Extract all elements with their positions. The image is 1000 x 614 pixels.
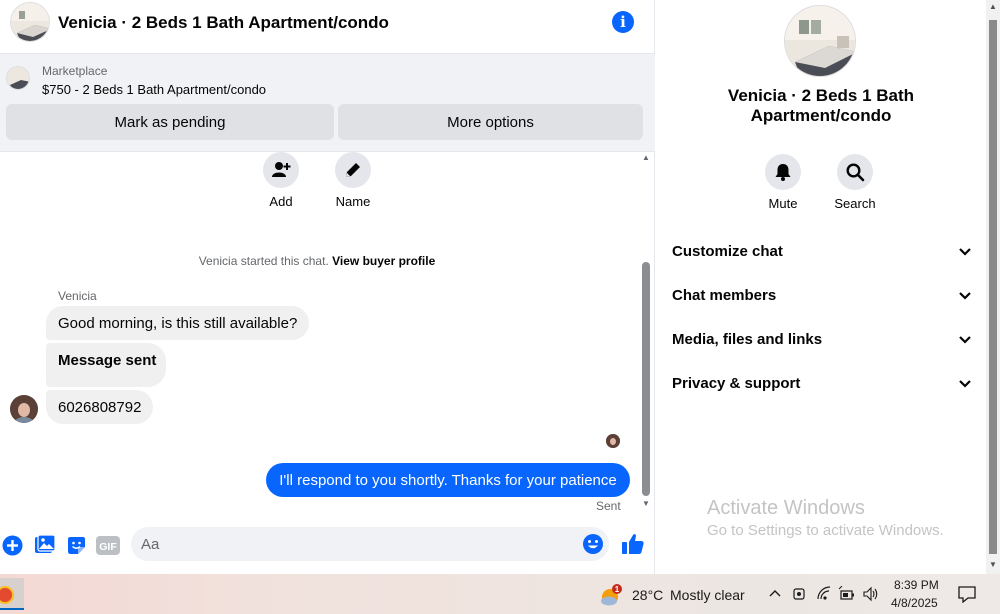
- thumbs-up-icon[interactable]: [621, 532, 645, 556]
- message-status: Sent: [596, 499, 621, 513]
- chevron-down-icon: [959, 336, 971, 344]
- started-text: Venicia started this chat.: [198, 254, 329, 268]
- sender-name: Venicia: [58, 289, 97, 303]
- emoji-icon[interactable]: [582, 533, 604, 555]
- listing-thumbnail[interactable]: [6, 66, 30, 90]
- customize-chat-section[interactable]: Customize chat: [672, 240, 972, 262]
- add-label: Add: [269, 194, 293, 209]
- chat-members-section[interactable]: Chat members: [672, 284, 972, 306]
- mute-action[interactable]: Mute: [753, 154, 813, 211]
- chevron-down-icon: [959, 248, 971, 256]
- listing-summary[interactable]: $750 - 2 Beds 1 Bath Apartment/condo: [42, 82, 266, 97]
- clock-date[interactable]: 4/8/2025: [891, 596, 938, 610]
- outgoing-message[interactable]: I'll respond to you shortly. Thanks for …: [266, 463, 630, 497]
- add-person-icon[interactable]: [263, 152, 299, 188]
- privacy-support-section[interactable]: Privacy & support: [672, 372, 972, 394]
- meet-now-icon[interactable]: [790, 585, 808, 603]
- name-label: Name: [335, 194, 371, 209]
- app-icon: [0, 586, 14, 604]
- listing-avatar[interactable]: [10, 2, 50, 42]
- search-action[interactable]: Search: [825, 154, 885, 211]
- activate-windows-subtitle: Go to Settings to activate Windows.: [707, 522, 944, 539]
- plus-circle-icon[interactable]: [1, 534, 23, 556]
- chat-header: Venicia · 2 Beds 1 Bath Apartment/condo …: [0, 0, 655, 46]
- volume-icon[interactable]: [862, 585, 880, 603]
- mark-as-pending-button[interactable]: Mark as pending: [6, 104, 334, 140]
- gif-icon[interactable]: GIF: [96, 534, 120, 556]
- taskbar-app-button[interactable]: [0, 578, 24, 610]
- conversation-title: Venicia · 2 Beds 1 Bath Apartment/condo: [58, 13, 389, 32]
- pencil-icon[interactable]: [335, 152, 371, 188]
- clock-time[interactable]: 8:39 PM: [894, 578, 939, 592]
- weather-icon[interactable]: 1: [600, 584, 622, 606]
- name-chat-action[interactable]: Name: [323, 152, 383, 209]
- section-label: Chat members: [672, 286, 777, 304]
- chevron-down-icon: [959, 292, 971, 300]
- activate-windows-title: Activate Windows: [707, 497, 865, 519]
- marketplace-bar: Marketplace $750 - 2 Beds 1 Bath Apartme…: [0, 53, 655, 152]
- sticker-icon[interactable]: [65, 534, 87, 556]
- window-scroll-up-icon[interactable]: ▲: [986, 2, 1000, 11]
- window-scroll-thumb[interactable]: [989, 20, 997, 554]
- weather-condition[interactable]: Mostly clear: [670, 587, 745, 603]
- wifi-icon[interactable]: [815, 585, 833, 603]
- view-buyer-profile-link[interactable]: View buyer profile: [332, 254, 435, 268]
- section-label: Media, files and links: [672, 330, 823, 348]
- weather-badge: 1: [615, 585, 620, 594]
- window-scroll-down-icon[interactable]: ▼: [986, 560, 1000, 569]
- listing-photo[interactable]: [784, 5, 856, 77]
- sender-avatar[interactable]: [10, 395, 38, 423]
- marketplace-label: Marketplace: [42, 64, 108, 78]
- weather-temperature[interactable]: 28°C: [632, 587, 663, 603]
- incoming-message[interactable]: Good morning, is this still available?: [46, 306, 310, 340]
- incoming-message[interactable]: 6026808792: [46, 390, 154, 424]
- battery-icon[interactable]: [838, 585, 856, 603]
- scroll-down-arrow-icon[interactable]: ▼: [640, 499, 652, 509]
- add-people-action[interactable]: Add: [251, 152, 311, 209]
- scroll-up-arrow-icon[interactable]: ▲: [640, 153, 652, 163]
- conversation-info-pane: Venicia · 2 Beds 1 Bath Apartment/condo …: [656, 0, 986, 574]
- gif-label: GIF: [99, 541, 117, 553]
- photo-icon[interactable]: [33, 534, 55, 556]
- chat-pane: Venicia · 2 Beds 1 Bath Apartment/condo …: [0, 0, 655, 574]
- media-files-links-section[interactable]: Media, files and links: [672, 328, 972, 350]
- message-list: Add Name Venicia started this chat. View…: [0, 152, 640, 520]
- chevron-down-icon: [959, 380, 971, 388]
- message-input-box[interactable]: [131, 527, 609, 561]
- mute-label: Mute: [768, 196, 798, 211]
- search-icon[interactable]: [837, 154, 873, 190]
- section-label: Customize chat: [672, 242, 783, 260]
- info-title: Venicia · 2 Beds 1 Bath Apartment/condo: [727, 86, 915, 125]
- message-composer: GIF: [0, 522, 655, 568]
- chat-started-notice: Venicia started this chat. View buyer pr…: [0, 254, 634, 268]
- seen-by-avatar: [606, 434, 620, 448]
- message-input[interactable]: [141, 527, 571, 561]
- section-label: Privacy & support: [672, 374, 801, 392]
- incoming-message[interactable]: Message sent: [46, 343, 166, 387]
- search-label: Search: [834, 196, 876, 211]
- chevron-up-icon[interactable]: [766, 585, 784, 603]
- bell-icon[interactable]: [765, 154, 801, 190]
- more-options-button[interactable]: More options: [338, 104, 643, 140]
- messages-scroll-thumb[interactable]: [642, 262, 650, 496]
- info-icon[interactable]: i: [612, 11, 634, 33]
- taskbar: 1 28°C Mostly clear 8:39 PM 4/8/2025: [0, 574, 1000, 614]
- notification-icon[interactable]: [958, 585, 976, 604]
